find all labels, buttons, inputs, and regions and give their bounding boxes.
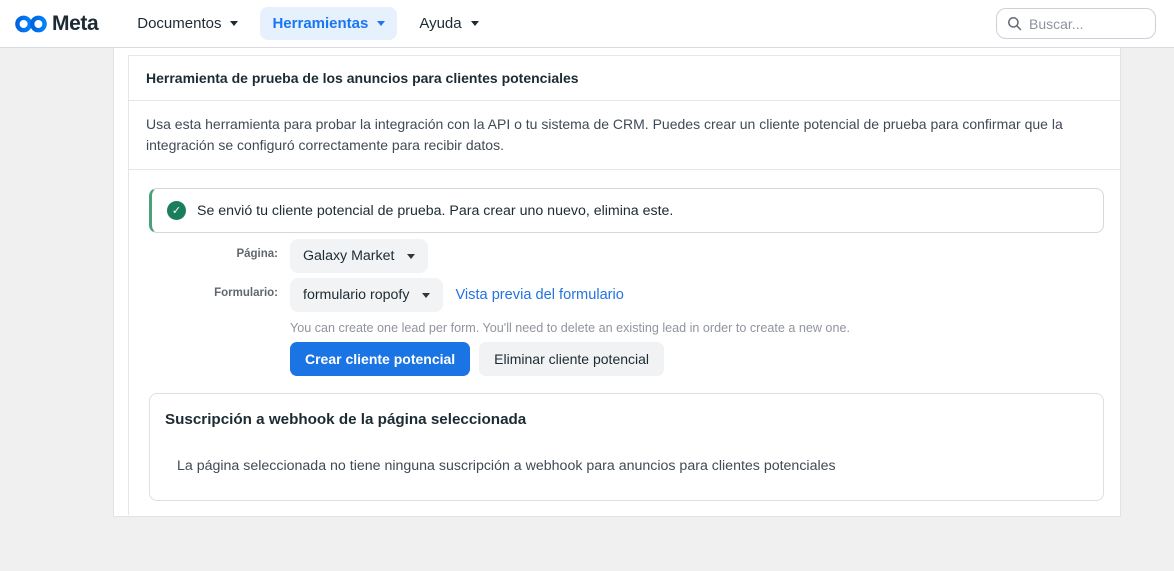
chevron-down-icon xyxy=(407,254,415,259)
form-label: Formulario: xyxy=(149,278,278,312)
chevron-down-icon xyxy=(471,21,479,26)
success-alert-text: Se envió tu cliente potencial de prueba.… xyxy=(197,203,673,219)
form-preview-link[interactable]: Vista previa del formulario xyxy=(455,287,623,303)
search-input[interactable] xyxy=(1029,16,1145,32)
chevron-down-icon xyxy=(377,21,385,26)
tool-title: Herramienta de prueba de los anuncios pa… xyxy=(129,56,1120,101)
content-panel: Herramienta de prueba de los anuncios pa… xyxy=(113,48,1121,517)
action-buttons: Crear cliente potencial Eliminar cliente… xyxy=(290,342,1104,376)
form-dropdown-value: formulario ropofy xyxy=(303,287,409,303)
page-row: Página: Galaxy Market xyxy=(149,239,1104,273)
tool-body: ✓ Se envió tu cliente potencial de prueb… xyxy=(129,170,1120,515)
nav-menu: Documentos Herramientas Ayuda xyxy=(125,7,490,40)
nav-item-label: Ayuda xyxy=(419,15,461,32)
create-lead-button[interactable]: Crear cliente potencial xyxy=(290,342,470,376)
tool-description-section: Usa esta herramienta para probar la inte… xyxy=(129,101,1120,170)
webhook-section: Suscripción a webhook de la página selec… xyxy=(149,393,1104,501)
form-row: Formulario: formulario ropofy Vista prev… xyxy=(149,278,1104,312)
meta-infinity-icon xyxy=(14,13,48,35)
form-dropdown[interactable]: formulario ropofy xyxy=(290,278,443,312)
success-check-icon: ✓ xyxy=(167,201,186,220)
search-box[interactable] xyxy=(996,8,1156,39)
nav-item-label: Documentos xyxy=(137,15,221,32)
nav-item-label: Herramientas xyxy=(272,15,368,32)
success-alert: ✓ Se envió tu cliente potencial de prueb… xyxy=(149,188,1104,233)
nav-item-herramientas[interactable]: Herramientas xyxy=(260,7,397,40)
nav-item-documentos[interactable]: Documentos xyxy=(125,7,250,40)
tool-description: Usa esta herramienta para probar la inte… xyxy=(146,114,1086,156)
page-dropdown-value: Galaxy Market xyxy=(303,248,394,264)
top-nav: Meta Documentos Herramientas Ayuda xyxy=(0,0,1174,48)
page-label: Página: xyxy=(149,239,278,273)
chevron-down-icon xyxy=(230,21,238,26)
page-dropdown[interactable]: Galaxy Market xyxy=(290,239,428,273)
delete-lead-button[interactable]: Eliminar cliente potencial xyxy=(479,342,664,376)
lead-ads-test-tool-card: Herramienta de prueba de los anuncios pa… xyxy=(128,55,1120,515)
nav-item-ayuda[interactable]: Ayuda xyxy=(407,7,490,40)
lead-limit-note: You can create one lead per form. You'll… xyxy=(290,321,1104,335)
search-icon xyxy=(1007,16,1022,31)
webhook-title: Suscripción a webhook de la página selec… xyxy=(165,411,1088,428)
chevron-down-icon xyxy=(422,293,430,298)
brand-name: Meta xyxy=(52,12,98,36)
meta-logo[interactable]: Meta xyxy=(14,12,98,36)
webhook-empty-message: La página seleccionada no tiene ninguna … xyxy=(177,458,1088,474)
